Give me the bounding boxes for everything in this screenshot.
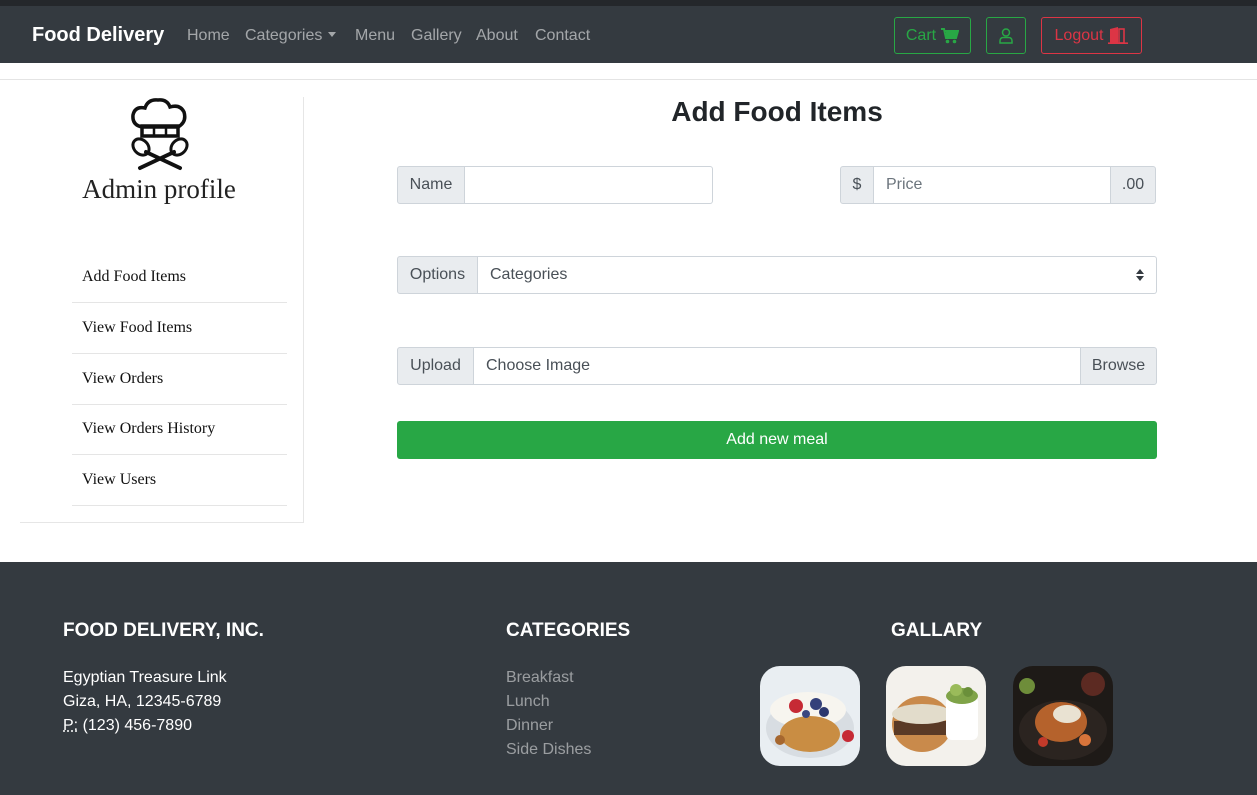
admin-profile-title: Admin profile (82, 174, 236, 204)
cart-button[interactable]: Cart (894, 17, 971, 54)
nav-about[interactable]: About (476, 27, 518, 45)
sidebar-item-view-orders[interactable]: View Orders (72, 354, 287, 405)
select-arrows-icon (1136, 269, 1144, 281)
navbar: Food Delivery Home Categories Menu Galle… (0, 6, 1257, 63)
gallery-image-burger[interactable] (886, 666, 986, 766)
chef-hat-logo-icon (131, 98, 189, 170)
caret-down-icon (328, 32, 337, 37)
logout-button[interactable]: Logout (1041, 17, 1142, 54)
price-input[interactable]: Price (874, 166, 1110, 204)
user-icon (999, 27, 1013, 44)
footer-link-dinner[interactable]: Dinner (506, 717, 553, 735)
sidebar-item-view-users[interactable]: View Users (72, 455, 287, 506)
cart-label: Cart (905, 26, 937, 44)
name-input-group: Name (397, 166, 713, 204)
gallery-image-yogurt-bowl[interactable] (760, 666, 860, 766)
user-profile-button[interactable] (986, 17, 1026, 54)
browse-button[interactable]: Browse (1080, 347, 1157, 385)
upload-label: Upload (397, 347, 474, 385)
nav-menu[interactable]: Menu (355, 27, 395, 45)
door-exit-icon (1108, 27, 1129, 44)
sidebar-item-view-food-items[interactable]: View Food Items (72, 303, 287, 354)
phone-abbr: P: (63, 717, 79, 734)
price-input-group: $ Price .00 (840, 166, 1156, 204)
header-divider (0, 79, 1257, 80)
footer-categories-heading: CATEGORIES (506, 620, 631, 641)
image-file-input[interactable]: Choose Image (474, 347, 1080, 385)
footer-link-breakfast[interactable]: Breakfast (506, 669, 574, 687)
brand-link[interactable]: Food Delivery (32, 24, 164, 47)
add-new-meal-button[interactable]: Add new meal (397, 421, 1157, 459)
site-footer: FOOD DELIVERY, INC. Egyptian Treasure Li… (0, 562, 1257, 795)
category-select-value: Categories (490, 266, 568, 283)
phone-number: (123) 456-7890 (82, 717, 192, 734)
footer-phone: P: (123) 456-7890 (63, 717, 192, 735)
nav-categories-label: Categories (245, 27, 323, 44)
footer-address-line2: Giza, HA, 12345-6789 (63, 693, 222, 710)
footer-company-heading: FOOD DELIVERY, INC. (63, 620, 264, 641)
footer-address-line1: Egyptian Treasure Link (63, 669, 227, 686)
name-label: Name (397, 166, 465, 204)
currency-prefix: $ (840, 166, 874, 204)
gallery-image-dinner-plate[interactable] (1013, 666, 1113, 766)
name-input[interactable] (465, 166, 713, 204)
footer-link-lunch[interactable]: Lunch (506, 693, 550, 711)
nav-categories-dropdown[interactable]: Categories (245, 27, 337, 45)
cents-suffix: .00 (1110, 166, 1156, 204)
admin-sidebar: Admin profile Add Food Items View Food I… (20, 97, 304, 523)
category-input-group: Options Categories (397, 256, 1157, 294)
page-title: Add Food Items (671, 96, 883, 127)
sidebar-item-add-food-items[interactable]: Add Food Items (72, 252, 287, 303)
options-label: Options (397, 256, 478, 294)
price-placeholder: Price (886, 176, 923, 193)
image-upload-group: Upload Choose Image Browse (397, 347, 1157, 385)
category-select[interactable]: Categories (478, 256, 1157, 294)
logout-label: Logout (1054, 26, 1104, 44)
sidebar-item-view-orders-history[interactable]: View Orders History (72, 404, 287, 455)
cart-icon (941, 27, 960, 43)
footer-gallery-heading: GALLARY (891, 620, 983, 641)
footer-link-side-dishes[interactable]: Side Dishes (506, 741, 591, 759)
nav-contact[interactable]: Contact (535, 27, 590, 45)
nav-home[interactable]: Home (187, 27, 230, 45)
nav-gallery[interactable]: Gallery (411, 27, 462, 45)
